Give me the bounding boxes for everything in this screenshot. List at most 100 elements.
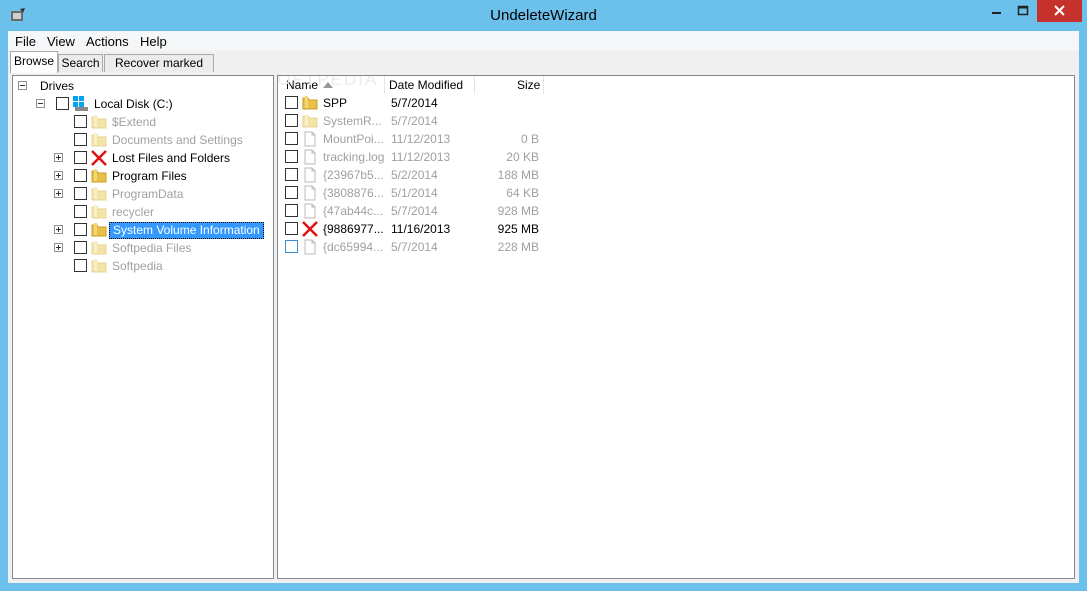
cell-date: 11/12/2013: [391, 150, 451, 164]
column-header-size[interactable]: Size: [517, 76, 540, 94]
tree-item-label: System Volume Information: [109, 222, 264, 239]
file-list[interactable]: Name Date Modified Size SPP 5/7/2014 Syste…: [277, 75, 1075, 579]
close-icon[interactable]: [1037, 0, 1082, 22]
row-checkbox[interactable]: [285, 132, 298, 145]
tree-checkbox[interactable]: [74, 205, 87, 218]
cell-size: 0 B: [520, 132, 539, 146]
file-icon: [304, 131, 316, 147]
table-row[interactable]: {47ab44c... 5/7/2014 928 MB: [278, 202, 1068, 220]
cell-name: MountPoi...: [323, 132, 384, 146]
tree-item-label: ProgramData: [112, 187, 184, 201]
table-row[interactable]: {9886977... 11/16/2013 925 MB: [278, 220, 1068, 238]
cell-date: 11/12/2013: [391, 132, 451, 146]
cell-date: 5/7/2014: [391, 96, 438, 110]
window-title: UndeleteWizard: [490, 7, 597, 24]
table-row[interactable]: {3808876... 5/1/2014 64 KB: [278, 184, 1068, 202]
minimize-icon[interactable]: [983, 0, 1009, 22]
tree-checkbox[interactable]: [74, 223, 87, 236]
tree-item-label: Documents and Settings: [112, 133, 243, 147]
cell-size: 64 KB: [506, 186, 539, 200]
tree-checkbox[interactable]: [74, 241, 87, 254]
cell-name: {47ab44c...: [323, 204, 384, 218]
row-checkbox[interactable]: [285, 114, 298, 127]
tab-browse[interactable]: Browse: [10, 51, 58, 73]
cell-name: {dc65994...: [323, 240, 384, 254]
column-separator[interactable]: [543, 76, 544, 94]
expand-icon[interactable]: [54, 243, 63, 252]
column-separator[interactable]: [474, 76, 475, 94]
cell-size: 928 MB: [497, 204, 539, 218]
collapse-icon[interactable]: [18, 81, 27, 90]
hard-disk-icon: [73, 96, 88, 111]
row-checkbox[interactable]: [285, 168, 298, 181]
row-checkbox[interactable]: [285, 240, 298, 253]
cell-date: 5/7/2014: [391, 240, 438, 254]
cell-date: 5/7/2014: [391, 114, 438, 128]
row-checkbox[interactable]: [285, 222, 298, 235]
tree-item-label: Softpedia Files: [112, 241, 192, 255]
tree-checkbox[interactable]: [74, 259, 87, 272]
expand-icon[interactable]: [54, 189, 63, 198]
cell-name: {9886977...: [323, 222, 384, 236]
expand-icon[interactable]: [54, 225, 63, 234]
table-row[interactable]: tracking.log 11/12/2013 20 KB: [278, 148, 1068, 166]
tree-checkbox[interactable]: [74, 133, 87, 146]
folder-icon: [91, 187, 107, 201]
cell-date: 5/2/2014: [391, 168, 438, 182]
cell-size: 20 KB: [506, 150, 539, 164]
row-checkbox[interactable]: [285, 150, 298, 163]
column-header-date[interactable]: Date Modified: [389, 76, 463, 94]
cell-name: SPP: [323, 96, 348, 110]
table-row[interactable]: MountPoi... 11/12/2013 0 B: [278, 130, 1068, 148]
collapse-icon[interactable]: [36, 99, 45, 108]
tab-recover-marked-files[interactable]: Recover marked files: [104, 54, 214, 87]
tree-checkbox[interactable]: [74, 115, 87, 128]
menu-help[interactable]: Help: [140, 34, 167, 49]
menu-file[interactable]: File: [15, 34, 36, 49]
file-icon: [304, 239, 316, 255]
maximize-icon[interactable]: [1010, 0, 1036, 22]
file-icon: [304, 185, 316, 201]
expand-icon[interactable]: [54, 171, 63, 180]
cell-date: 5/7/2014: [391, 204, 438, 218]
title-bar[interactable]: UndeleteWizard: [0, 0, 1087, 31]
folder-icon: [91, 133, 107, 147]
red-x-icon: [91, 150, 107, 166]
menu-view[interactable]: View: [47, 34, 75, 49]
table-row[interactable]: {dc65994... 5/7/2014 228 MB: [278, 238, 1068, 256]
row-checkbox[interactable]: [285, 96, 298, 109]
table-row[interactable]: SPP 5/7/2014: [278, 94, 1068, 112]
cell-name: tracking.log: [323, 150, 385, 164]
file-icon: [304, 167, 316, 183]
tree-checkbox[interactable]: [74, 169, 87, 182]
tree-item-label: Softpedia: [112, 259, 163, 273]
cell-name: {23967b5...: [323, 168, 384, 182]
menu-actions[interactable]: Actions: [86, 34, 129, 49]
menu-bar: File View Actions Help: [8, 31, 1079, 51]
row-checkbox[interactable]: [285, 186, 298, 199]
cell-date: 11/16/2013: [391, 222, 451, 236]
tree-checkbox[interactable]: [74, 151, 87, 164]
cell-size: 925 MB: [497, 222, 539, 236]
tree-checkbox[interactable]: [56, 97, 69, 110]
folder-icon: [302, 114, 318, 128]
client-area: File View Actions Help Browse Search Rec…: [8, 31, 1079, 583]
row-checkbox[interactable]: [285, 204, 298, 217]
folder-icon: [91, 115, 107, 129]
app-window: UndeleteWizard File View Actions Help Br…: [0, 0, 1087, 591]
tree-item-label: Program Files: [112, 169, 187, 183]
tree-item-label: Lost Files and Folders: [112, 151, 231, 165]
tree-item-label: recycler: [112, 205, 155, 219]
folder-icon: [91, 169, 107, 183]
folder-icon: [91, 205, 107, 219]
tree-checkbox[interactable]: [74, 187, 87, 200]
folder-tree[interactable]: Drives Local Disk (C:) $Extend Documents …: [12, 75, 274, 579]
watermark-text: SOFTPEDIA: [277, 75, 379, 89]
table-row[interactable]: {23967b5... 5/2/2014 188 MB: [278, 166, 1068, 184]
folder-icon: [91, 241, 107, 255]
expand-icon[interactable]: [54, 153, 63, 162]
table-row[interactable]: SystemR... 5/7/2014: [278, 112, 1068, 130]
column-separator[interactable]: [384, 76, 385, 94]
cell-size: 188 MB: [497, 168, 539, 182]
tab-search[interactable]: Search: [58, 54, 103, 72]
